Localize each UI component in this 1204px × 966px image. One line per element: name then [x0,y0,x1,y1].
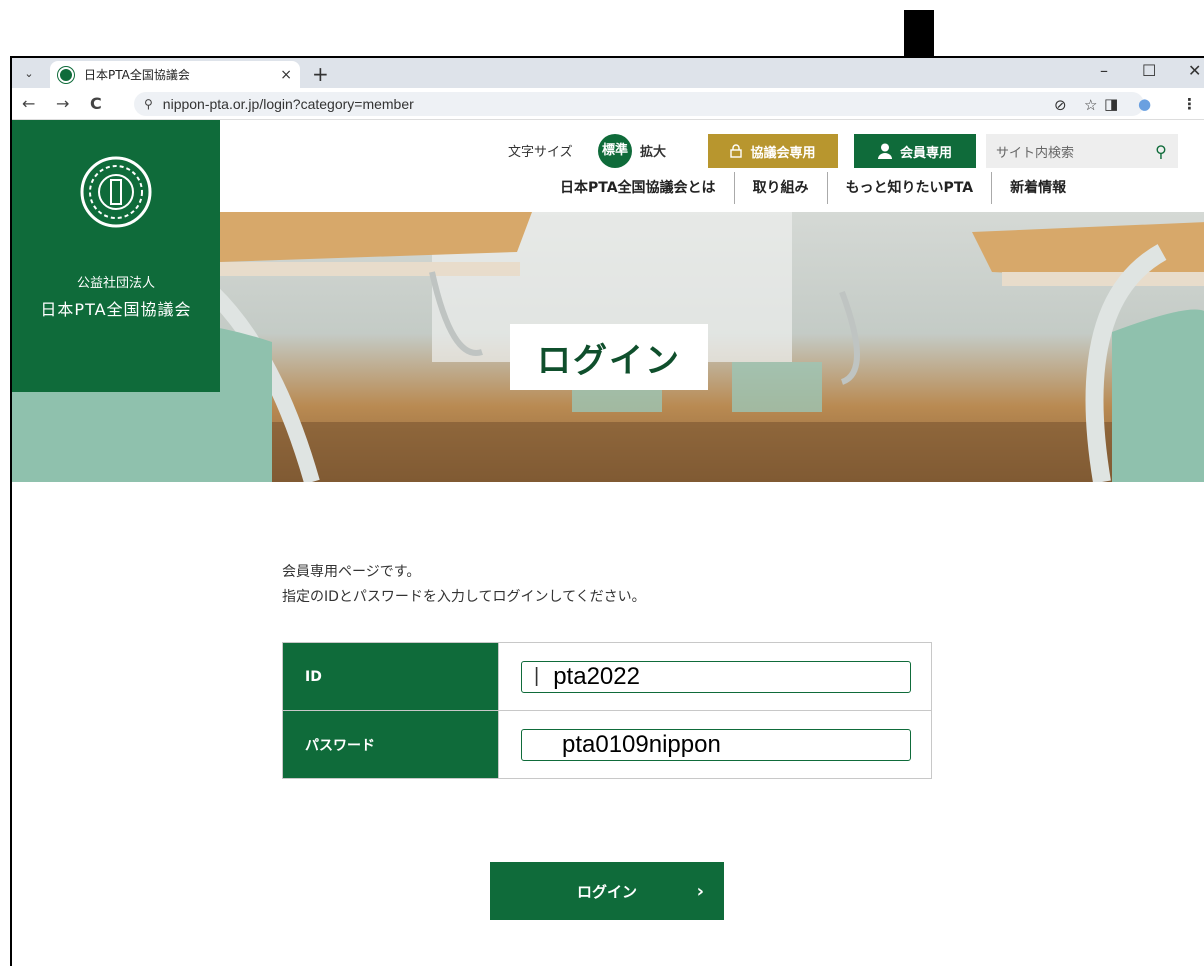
nav-item-news[interactable]: 新着情報 [992,172,1084,204]
council-only-button[interactable]: 協議会専用 [708,134,838,168]
close-window-icon[interactable]: ✕ [1188,61,1201,80]
login-submit-label: ログイン [576,882,637,901]
id-input[interactable]: | pta2022 [521,660,911,693]
intro-text: 会員専用ページです。 指定のIDとパスワードを入力してログインしてください。 [282,560,646,610]
font-size-standard-button[interactable]: 標準 [598,134,632,168]
id-value: pta2022 [553,662,640,690]
nav-item-learn-pta[interactable]: もっと知りたいPTA [828,172,993,204]
nav-item-initiatives[interactable]: 取り組み [735,172,828,204]
page-title: ログイン [537,340,681,381]
intro-line-1: 会員専用ページです。 [282,564,421,580]
profile-avatar-icon[interactable]: ● [1138,95,1151,113]
browser-toolbar: ← → C ⚲ nippon-pta.or.jp/login?category=… [12,88,1204,120]
tracking-protection-eye-off-icon[interactable]: ⊘ [1054,96,1067,114]
chevron-right-icon: › [696,880,704,902]
back-arrow-icon[interactable]: ← [22,94,35,113]
tab-list-chevron-icon[interactable]: ⌄ [18,64,40,84]
text-caret: | [534,665,540,687]
login-submit-button[interactable]: ログイン › [490,862,724,920]
site-search-input[interactable]: サイト内検索 [996,142,1144,161]
site-favicon-icon [58,66,74,83]
password-value: pta0109nippon [562,730,721,758]
tab-title: 日本PTA全国協議会 [84,68,190,82]
reload-icon[interactable]: C [90,94,102,113]
bookmark-star-icon[interactable]: ☆ [1084,96,1097,114]
password-row: パスワード pta0109nippon [282,710,932,779]
org-type: 公益社団法人 [76,276,155,291]
tab-close-icon[interactable]: × [280,67,292,83]
browser-menu-icon[interactable]: ⋮ [1182,95,1197,113]
main-nav: 日本PTA全国協議会とは 取り組み もっと知りたいPTA 新着情報 [542,168,1204,208]
password-input[interactable]: pta0109nippon [521,728,911,761]
site-logo[interactable]: 公益社団法人 日本PTA全国協議会 [12,120,220,392]
org-name: 日本PTA全国協議会 [40,300,192,319]
member-only-label: 会員専用 [899,145,952,161]
browser-tab[interactable]: 日本PTA全国協議会 × [50,61,300,88]
login-form-table: ID | pta2022 パスワード pta0109nippon [282,642,932,779]
search-icon[interactable]: ⚲ [1144,142,1178,161]
forward-arrow-icon[interactable]: → [56,94,69,113]
site-info-icon[interactable]: ⚲ [144,97,153,111]
font-size-large-button[interactable]: 拡大 [640,141,666,160]
maximize-icon[interactable]: ☐ [1142,61,1156,80]
side-panel-icon[interactable]: ◨ [1104,95,1118,113]
member-only-button[interactable]: 会員専用 [854,134,976,168]
lock-icon [730,144,743,158]
person-icon [877,143,892,159]
site-search-box[interactable]: サイト内検索 ⚲ [986,134,1178,168]
login-content: 会員専用ページです。 指定のIDとパスワードを入力してログインしてください。 I… [282,560,932,920]
hero-title-box: ログイン [510,324,708,390]
new-tab-button[interactable]: + [312,62,329,86]
password-label: パスワード [282,710,499,779]
id-row: ID | pta2022 [282,642,932,711]
tab-strip: ⌄ 日本PTA全国協議会 × + – ☐ ✕ [12,58,1204,88]
nav-item-about[interactable]: 日本PTA全国協議会とは [542,172,735,204]
url-text[interactable]: nippon-pta.or.jp/login?category=member [163,96,414,112]
address-bar[interactable]: ⚲ nippon-pta.or.jp/login?category=member… [134,92,1144,116]
minimize-icon[interactable]: – [1100,61,1108,80]
site-page: 公益社団法人 日本PTA全国協議会 文字サイズ 標準 拡大 協議会専用 会員専用 [12,120,1204,966]
id-label: ID [282,642,499,711]
intro-line-2: 指定のIDとパスワードを入力してログインしてください。 [282,589,646,605]
font-size-label: 文字サイズ [508,145,573,160]
browser-window: ⌄ 日本PTA全国協議会 × + – ☐ ✕ ← → C ⚲ nippon-pt… [10,56,1204,966]
pta-emblem-icon [80,156,152,228]
council-only-label: 協議会専用 [750,145,816,161]
